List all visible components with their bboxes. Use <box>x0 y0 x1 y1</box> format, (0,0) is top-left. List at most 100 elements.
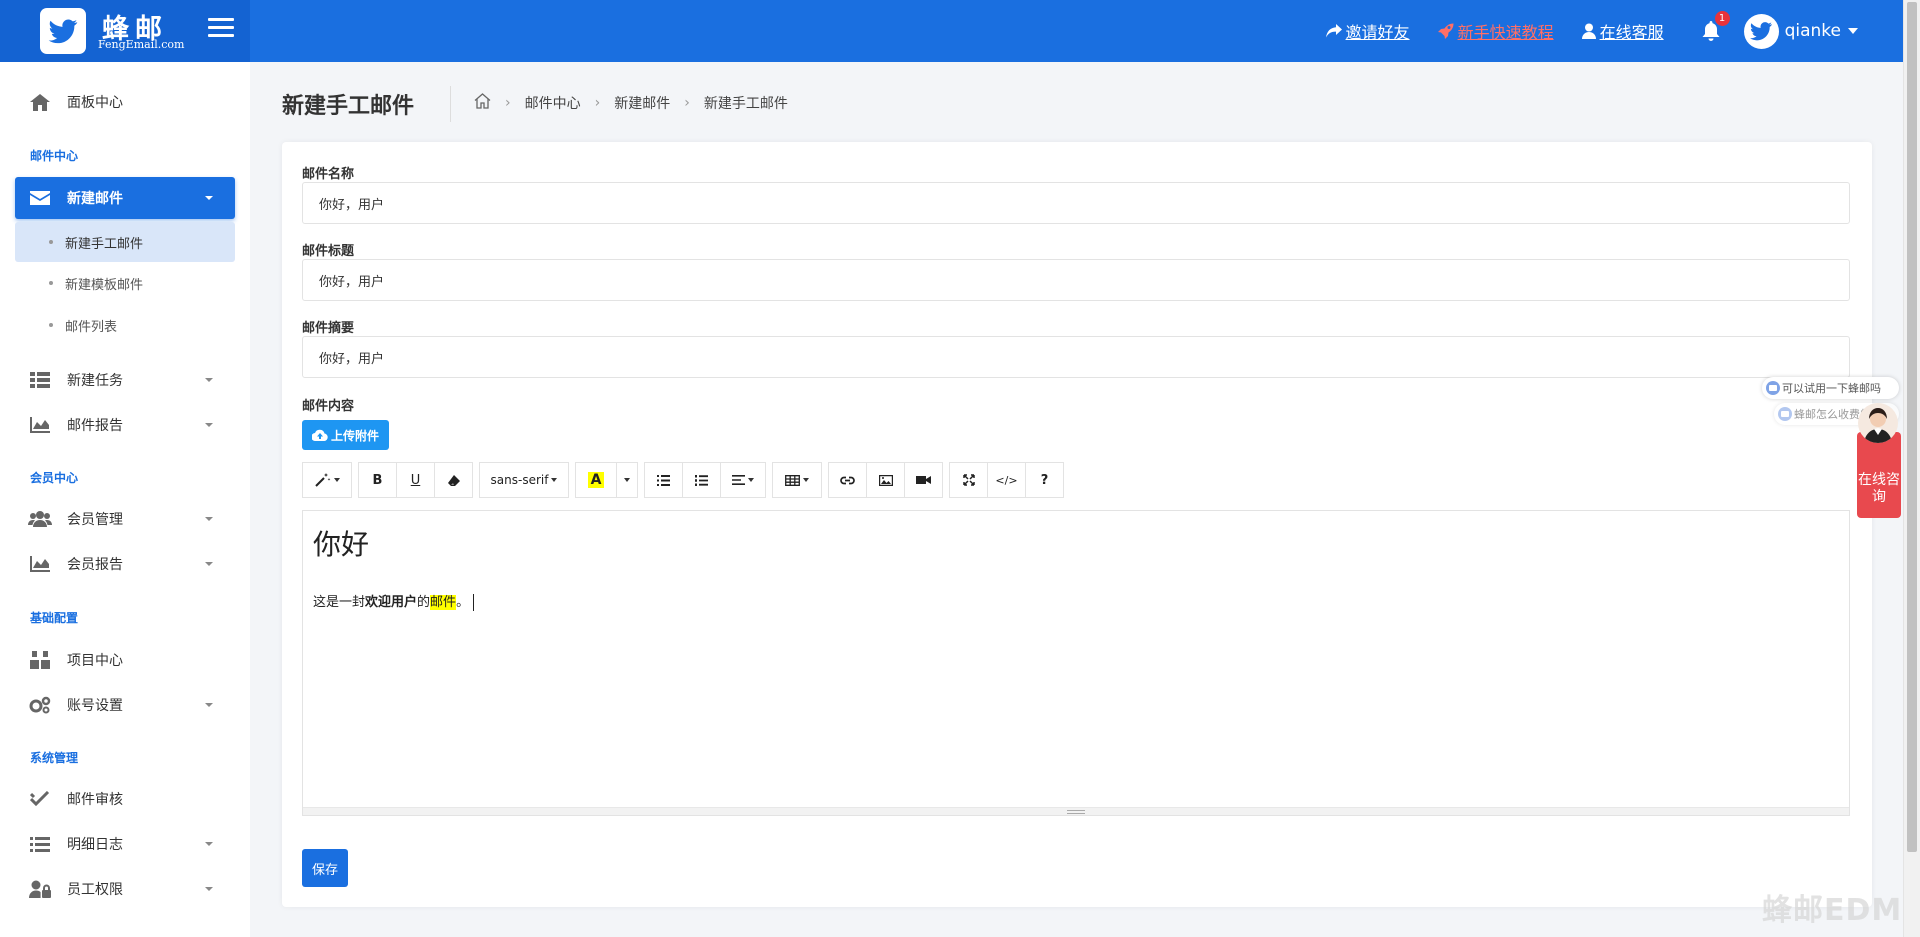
sidebar-item-staff-permission[interactable]: 员工权限 <box>15 868 235 910</box>
brand-subtitle: FengEmail.com <box>98 38 185 51</box>
mail-summary-label: 邮件摘要 <box>302 321 355 336</box>
online-consult-widget[interactable]: 在线咨询 <box>1857 432 1901 518</box>
online-service-label: 在线客服 <box>1599 23 1664 42</box>
align-left-icon <box>732 475 745 485</box>
section-title-base: 基础配置 <box>30 611 79 625</box>
support-agent-avatar[interactable] <box>1858 403 1898 443</box>
envelope-icon <box>28 191 52 205</box>
mail-name-input[interactable] <box>302 182 1850 224</box>
sidebar-item-mail-report[interactable]: 邮件报告 <box>15 404 235 446</box>
underline-icon: U <box>410 472 421 488</box>
text-cursor <box>473 594 475 611</box>
watermark-text: 蜂邮EDM <box>1762 893 1903 928</box>
numbered-list-icon <box>695 474 708 486</box>
sidebar-item-member-report[interactable]: 会员报告 <box>15 543 235 585</box>
scrollbar-thumb[interactable] <box>1907 2 1917 852</box>
highlight-color-button[interactable]: A <box>575 462 617 498</box>
sidebar-subitem-manual-mail[interactable]: 新建手工邮件 <box>15 222 235 262</box>
users-icon <box>28 511 52 527</box>
sidebar-item-dashboard[interactable]: 面板中心 <box>15 81 235 123</box>
save-button[interactable]: 保存 <box>302 849 348 887</box>
font-family-select[interactable]: sans-serif <box>479 462 569 498</box>
paragraph-align-button[interactable] <box>720 462 766 498</box>
invite-friends-label: 邀请好友 <box>1345 23 1410 42</box>
underline-button[interactable]: U <box>396 462 435 498</box>
rich-text-editor[interactable]: 你好 这是一封欢迎用户的邮件。 <box>302 510 1850 816</box>
share-icon <box>1325 24 1342 38</box>
ordered-list-button[interactable] <box>682 462 721 498</box>
chevron-down-icon <box>624 478 630 482</box>
avatar <box>1743 13 1779 49</box>
editor-heading: 你好 <box>313 528 370 561</box>
sidebar-item-label: 邮件报告 <box>67 418 123 434</box>
picture-icon <box>878 474 893 486</box>
bullet-icon <box>49 323 53 327</box>
home-icon[interactable] <box>474 93 491 113</box>
editor-text-highlight: 邮件 <box>430 595 457 610</box>
logo-icon[interactable] <box>40 8 86 54</box>
mail-content-label: 邮件内容 <box>302 399 355 414</box>
sidebar-subitem-template-mail[interactable]: 新建模板邮件 <box>15 263 235 303</box>
home-icon <box>28 93 52 111</box>
chevron-down-icon <box>205 378 213 382</box>
page-title: 新建手工邮件 <box>282 94 415 119</box>
sidebar-subitem-mail-list[interactable]: 邮件列表 <box>15 305 235 345</box>
online-service-link[interactable]: 在线客服 <box>1581 19 1664 43</box>
brand-area: 蜂邮 FengEmail.com <box>0 0 250 62</box>
table-button[interactable] <box>772 462 822 498</box>
mail-summary-input[interactable] <box>302 336 1850 378</box>
code-view-button[interactable]: </> <box>987 462 1026 498</box>
editor-text-bold: 欢迎用户 <box>365 595 418 610</box>
section-title-mail: 邮件中心 <box>30 149 79 163</box>
breadcrumb-item[interactable]: 邮件中心 <box>525 93 581 113</box>
help-button[interactable]: ? <box>1025 462 1064 498</box>
quick-tutorial-link[interactable]: 新手快速教程 <box>1437 19 1554 43</box>
editor-resize-handle[interactable] <box>303 807 1849 815</box>
sidebar-item-detail-log[interactable]: 明细日志 <box>15 823 235 865</box>
sidebar-item-label: 邮件审核 <box>67 792 123 808</box>
notification-bell-icon[interactable]: 1 <box>1702 11 1730 41</box>
notification-badge: 1 <box>1714 11 1730 26</box>
sidebar-item-label: 会员管理 <box>67 512 123 528</box>
section-title-system: 系统管理 <box>30 751 79 765</box>
title-divider <box>450 86 451 122</box>
expand-icon <box>962 474 975 486</box>
bullet-list-icon <box>657 474 670 486</box>
fullscreen-button[interactable] <box>949 462 988 498</box>
color-dropdown-button[interactable] <box>616 462 638 498</box>
chevron-down-icon <box>205 887 213 891</box>
user-menu[interactable]: qianke <box>1743 13 1858 49</box>
magic-style-button[interactable] <box>302 462 352 498</box>
editor-text: 。 <box>456 595 470 610</box>
area-chart-icon <box>28 417 52 433</box>
chat-bubble-icon <box>1766 381 1780 395</box>
sidebar-item-mail-review[interactable]: 邮件审核 <box>15 778 235 820</box>
quick-tutorial-label: 新手快速教程 <box>1457 23 1554 42</box>
gears-icon <box>28 696 52 714</box>
breadcrumb-item[interactable]: 新建邮件 <box>614 93 670 113</box>
chevron-down-icon <box>205 703 213 707</box>
clear-format-button[interactable] <box>434 462 473 498</box>
sidebar-subitem-label: 新建模板邮件 <box>65 277 144 293</box>
sidebar-item-new-mail[interactable]: 新建邮件 <box>15 177 235 219</box>
mail-subject-input[interactable] <box>302 259 1850 301</box>
insert-link-button[interactable] <box>828 462 867 498</box>
insert-video-button[interactable] <box>904 462 943 498</box>
invite-friends-link[interactable]: 邀请好友 <box>1325 19 1410 43</box>
sidebar-item-account-settings[interactable]: 账号设置 <box>15 684 235 726</box>
user-icon <box>1581 23 1596 39</box>
user-lock-icon <box>28 880 52 898</box>
sidebar-item-label: 新建邮件 <box>67 191 123 207</box>
sidebar-item-member-manage[interactable]: 会员管理 <box>15 498 235 540</box>
upload-attachment-button[interactable]: 上传附件 <box>302 420 389 450</box>
bold-icon: B <box>372 472 383 488</box>
unordered-list-button[interactable] <box>644 462 683 498</box>
menu-toggle-icon[interactable] <box>208 18 234 42</box>
page-scrollbar[interactable] <box>1903 0 1920 937</box>
sidebar-item-project-center[interactable]: 项目中心 <box>15 639 235 681</box>
chat-suggestion-1[interactable]: 可以试用一下蜂邮吗 <box>1762 377 1899 399</box>
code-icon: </> <box>995 473 1018 487</box>
bold-button[interactable]: B <box>358 462 397 498</box>
insert-image-button[interactable] <box>866 462 905 498</box>
sidebar-item-new-task[interactable]: 新建任务 <box>15 359 235 401</box>
